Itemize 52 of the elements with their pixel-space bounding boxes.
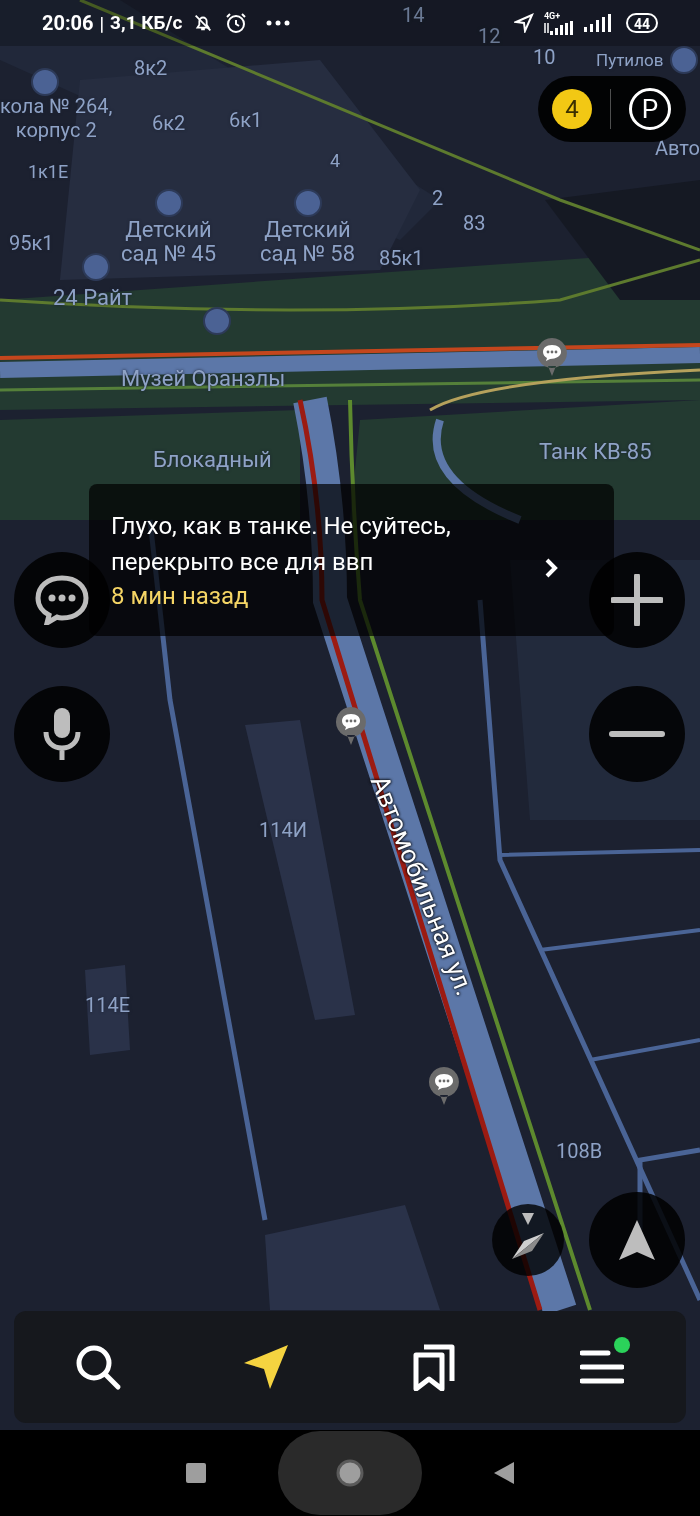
map-label: 108В [556, 1139, 603, 1163]
map-label: 85к1 [379, 246, 424, 270]
notification-time: 8 мин назад [111, 581, 250, 612]
home-circle-icon [335, 1458, 365, 1488]
separator: | [99, 11, 105, 36]
map-label: 2 [432, 186, 444, 210]
network-speed: 3,1 КБ/с [110, 9, 183, 36]
minus-icon [609, 730, 665, 738]
map-label: Музей Оранэлы [121, 367, 286, 391]
map-label: 95к1 [9, 231, 54, 255]
microphone-icon [42, 706, 82, 762]
map-label: Авто [655, 136, 700, 160]
map-label: 4 [330, 149, 341, 173]
chat-bubble-icon [35, 575, 89, 625]
comment-pin-icon[interactable] [335, 706, 367, 746]
cellular-signal-icon [543, 20, 574, 35]
map-label: Детский сад № 45 [121, 218, 217, 266]
parking-button[interactable]: P [629, 88, 671, 130]
notification-message: Глухо, как в танке. Не суйтесь, перекрыто все для ввп [111, 511, 452, 578]
map-label: 1к1Е [28, 160, 69, 184]
search-icon [74, 1343, 122, 1391]
comment-pin-icon[interactable] [428, 1066, 460, 1106]
map-label: 114Е [85, 993, 131, 1017]
map-label: 6к2 [152, 111, 186, 135]
map-label: 83 [463, 211, 486, 235]
map-label: Путилов [596, 49, 664, 72]
back-icon[interactable] [494, 1462, 514, 1484]
map-label: Блокадный [153, 448, 272, 472]
map-label: 6к1 [229, 108, 263, 132]
navigation-arrow-icon [617, 1218, 657, 1262]
navigation-arrow-icon [242, 1343, 290, 1391]
network-type: 4G+ [543, 11, 561, 21]
battery-level: 44 [625, 13, 658, 33]
comment-pin-icon[interactable] [536, 337, 568, 377]
plus-icon [611, 574, 663, 626]
chevron-right-icon [544, 557, 558, 579]
location-arrow-icon [513, 13, 534, 33]
map-label: 14 [402, 3, 425, 27]
notification-card[interactable]: Глухо, как в танке. Не суйтесь, перекрыто все для ввп 8 мин назад [89, 484, 614, 636]
map-label: кола № 264, корпус 2 [0, 94, 113, 142]
map-label: 114И [259, 818, 307, 842]
map-label: Танк КВ-85 [539, 440, 652, 464]
map-label: Детский сад № 58 [260, 218, 356, 266]
map-label: 10 [533, 45, 556, 69]
traffic-level-badge[interactable]: 4 [552, 89, 592, 129]
map-label: 8к2 [134, 56, 168, 80]
map-label: 24 Райт [53, 286, 133, 310]
bookmarks-icon [412, 1343, 456, 1391]
cellular-signal-icon [583, 14, 612, 32]
map-label: 12 [478, 24, 501, 48]
more-icon [266, 20, 291, 26]
clock: 20:06 [42, 10, 94, 37]
